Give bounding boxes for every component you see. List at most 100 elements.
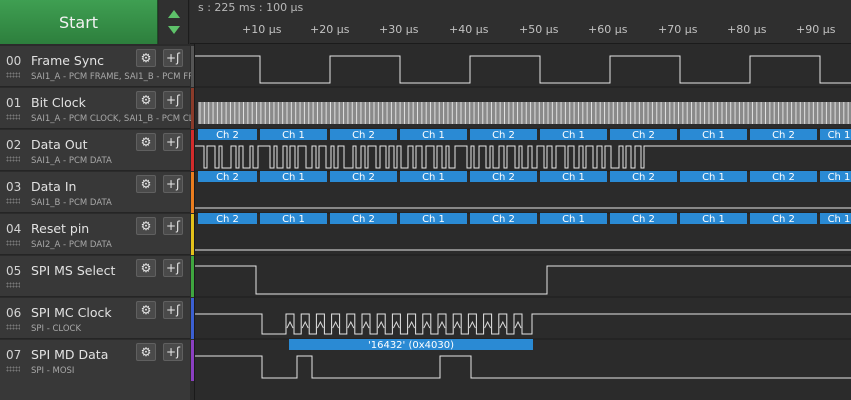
rising-edge-arrow-icon [514,320,522,329]
channel-name[interactable]: SPI MS Select [31,263,115,278]
gear-icon: ⚙ [140,177,152,191]
time-tick: +40 µs [449,23,489,36]
time-tick: +10 µs [242,23,282,36]
time-tick: +90 µs [796,23,836,36]
channel-analyzers: SPI - CLOCK [31,324,82,334]
channel-settings-button[interactable]: ⚙ [136,91,156,109]
trigger-button[interactable]: +ʃ [163,259,183,277]
channel-name[interactable]: SPI MC Clock [31,305,112,320]
pcm-frame-label: Ch 1 [282,172,305,183]
channel-settings-button[interactable]: ⚙ [136,175,156,193]
channel-settings-button[interactable]: ⚙ [136,343,156,361]
time-ruler[interactable]: s : 225 ms : 100 µs +10 µs +20 µs +30 µs… [190,0,851,44]
channel-settings-button[interactable]: ⚙ [136,259,156,277]
pcm-frame-label: Ch 2 [352,214,375,225]
pcm-frame-label: Ch 2 [632,214,655,225]
spi-select-trace [194,265,851,295]
trigger-button[interactable]: +ʃ [163,343,183,361]
drag-handle-icon[interactable] [6,240,20,246]
time-tick: +50 µs [519,23,559,36]
channel-row-spi-ms-select[interactable]: 05 SPI MS Select ⚙ +ʃ [0,256,190,297]
frame-sync-trace [194,55,851,84]
channel-row-data-out[interactable]: 02 Data Out SAI1_A - PCM DATA ⚙ +ʃ [0,130,190,171]
drag-handle-icon[interactable] [6,366,20,372]
gear-icon: ⚙ [140,51,152,65]
pcm-frame-label: Ch 1 [828,172,851,183]
time-tick: +20 µs [310,23,350,36]
channel-analyzers: SAI1_B - PCM DATA [31,198,112,208]
trigger-button[interactable]: +ʃ [163,301,183,319]
pcm-frame-label: Ch 2 [216,172,239,183]
channel-settings-button[interactable]: ⚙ [136,217,156,235]
channel-settings-button[interactable]: ⚙ [136,301,156,319]
drag-handle-icon[interactable] [6,324,20,330]
time-tick: +80 µs [727,23,767,36]
pcm-frame-label: Ch 1 [422,214,445,225]
trigger-button[interactable]: +ʃ [163,217,183,235]
gear-icon: ⚙ [140,261,152,275]
waveform-display[interactable]: Ch 2 Ch 1 Ch 2 Ch 1 Ch 2 Ch 1 Ch 2 Ch 1 Ch 2 Ch 1… [194,44,851,400]
pcm-frame-label: Ch 2 [492,172,515,183]
channel-index: 04 [6,222,22,236]
drag-handle-icon[interactable] [6,282,20,288]
gear-icon: ⚙ [140,345,152,359]
channel-settings-button[interactable]: ⚙ [136,49,156,67]
pcm-frame-label: Ch 2 [632,172,655,183]
rising-edge-arrow-icon [468,320,476,329]
start-options-toggle[interactable] [159,0,189,44]
channel-row-reset-pin[interactable]: 04 Reset pin SAI2_A - PCM DATA ⚙ +ʃ [0,214,190,255]
channel-analyzers: SAI2_A - PCM DATA [31,240,112,250]
channel-row-data-in[interactable]: 03 Data In SAI1_B - PCM DATA ⚙ +ʃ [0,172,190,213]
channel-name[interactable]: Reset pin [31,221,89,236]
channel-name[interactable]: Data Out [31,137,87,152]
trigger-icon: +ʃ [165,219,181,233]
channel-analyzers: SAI1_A - PCM DATA [31,156,112,166]
channel-row-spi-md-data[interactable]: 07 SPI MD Data SPI - MOSI ⚙ +ʃ [0,340,190,381]
trigger-icon: +ʃ [165,93,181,107]
trigger-button[interactable]: +ʃ [163,133,183,151]
drag-handle-icon[interactable] [6,114,20,120]
drag-handle-icon[interactable] [6,156,20,162]
rising-edge-arrow-icon [499,320,507,329]
spi-decode-label: '16432' (0x4030) [368,340,454,351]
rising-edge-arrow-icon [453,320,461,329]
channel-list-footer [0,380,190,400]
channel-name[interactable]: Frame Sync [31,53,104,68]
channel-name[interactable]: Bit Clock [31,95,86,110]
pcm-frame-label: Ch 2 [352,130,375,141]
trigger-button[interactable]: +ʃ [163,49,183,67]
channel-row-frame-sync[interactable]: 00 Frame Sync SAI1_A - PCM FRAME, SAI1_B… [0,46,191,87]
pcm-frame-label: Ch 1 [562,214,585,225]
start-button-label: Start [58,12,99,32]
channel-analyzers: SAI1_A - PCM FRAME, SAI1_B - PCM FRAME [31,72,191,82]
pcm-frame-label: Ch 1 [828,130,851,141]
trigger-icon: +ʃ [165,345,181,359]
pcm-frame-label: Ch 2 [352,172,375,183]
rising-edge-arrow-icon [408,320,416,329]
channel-index: 02 [6,138,22,152]
channel-name[interactable]: SPI MD Data [31,347,108,362]
drag-handle-icon[interactable] [6,198,20,204]
trigger-button[interactable]: +ʃ [163,91,183,109]
rising-edge-arrow-icon [332,320,340,329]
spi-data-trace [194,355,851,379]
channel-settings-button[interactable]: ⚙ [136,133,156,151]
channel-index: 03 [6,180,22,194]
start-button[interactable]: Start [0,0,158,44]
drag-handle-icon[interactable] [6,72,20,78]
trigger-button[interactable]: +ʃ [163,175,183,193]
logic-analyzer-app: Start s : 225 ms : 100 µs +10 µs +20 µs … [0,0,851,400]
channel-name[interactable]: Data In [31,179,76,194]
pcm-frame-label: Ch 2 [492,214,515,225]
trigger-icon: +ʃ [165,303,181,317]
rising-edge-arrow-icon [423,320,431,329]
chevron-up-icon[interactable] [168,10,180,18]
trigger-icon: +ʃ [165,51,181,65]
channel-row-spi-mc-clock[interactable]: 06 SPI MC Clock SPI - CLOCK ⚙ +ʃ [0,298,190,339]
channel-row-bit-clock[interactable]: 01 Bit Clock SAI1_A - PCM CLOCK, SAI1_B … [0,88,191,129]
chevron-down-icon[interactable] [168,26,180,34]
time-tick: +70 µs [658,23,698,36]
pcm-frame-label: Ch 1 [702,130,725,141]
pcm-frame-label: Ch 2 [216,214,239,225]
pcm-frame-label: Ch 2 [492,130,515,141]
